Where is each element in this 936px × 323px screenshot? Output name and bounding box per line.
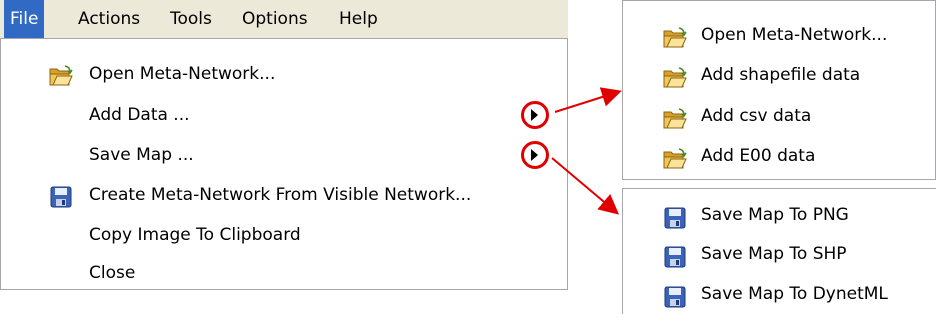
menu-item-label: Open Meta-Network... <box>89 64 276 84</box>
submenu-item-save-png[interactable]: Save Map To PNG <box>623 195 935 235</box>
folder-open-icon <box>663 24 687 48</box>
save-map-submenu-arrow[interactable] <box>517 137 555 175</box>
submenu-item-open-meta-network[interactable]: Open Meta-Network... <box>623 15 935 55</box>
submenu-item-label: Add csv data <box>701 106 812 126</box>
folder-open-icon <box>663 105 687 129</box>
submenu-item-add-csv[interactable]: Add csv data <box>623 96 935 136</box>
submenu-item-save-shp[interactable]: Save Map To SHP <box>623 234 935 274</box>
submenu-item-add-e00[interactable]: Add E00 data <box>623 136 935 176</box>
menu-help[interactable]: Help <box>333 0 384 38</box>
chevron-right-icon <box>531 149 538 161</box>
menu-item-add-data[interactable]: Add Data ... <box>1 96 567 134</box>
menu-item-save-map[interactable]: Save Map ... <box>1 136 567 174</box>
add-data-submenu-arrow[interactable] <box>517 97 555 135</box>
menu-item-close[interactable]: Close <box>1 254 567 292</box>
file-menu-dropdown: Open Meta-Network... Add Data ... Save M… <box>0 38 568 290</box>
add-data-submenu: Open Meta-Network... Add shapefile data … <box>622 0 936 180</box>
submenu-item-label: Add shapefile data <box>701 65 861 85</box>
menu-item-label: Add Data ... <box>89 105 190 125</box>
menu-item-open-meta-network[interactable]: Open Meta-Network... <box>1 55 567 93</box>
submenu-item-add-shapefile[interactable]: Add shapefile data <box>623 55 935 95</box>
submenu-item-label: Save Map To PNG <box>701 205 849 225</box>
menu-item-label: Copy Image To Clipboard <box>89 225 301 245</box>
submenu-item-label: Add E00 data <box>701 146 816 166</box>
folder-open-icon <box>663 64 687 88</box>
submenu-item-label: Save Map To SHP <box>701 244 847 264</box>
menu-item-label: Save Map ... <box>89 145 194 165</box>
menu-item-copy-image[interactable]: Copy Image To Clipboard <box>1 216 567 254</box>
floppy-disk-icon <box>663 243 687 268</box>
menu-actions[interactable]: Actions <box>72 0 146 38</box>
menu-item-label: Create Meta-Network From Visible Network… <box>89 185 472 205</box>
floppy-disk-icon <box>663 283 687 308</box>
submenu-item-label: Open Meta-Network... <box>701 25 888 45</box>
save-map-submenu: Save Map To PNG Save Map To SHP Save Map… <box>622 188 936 314</box>
submenu-item-save-dynetml[interactable]: Save Map To DynetML <box>623 274 935 314</box>
menu-options[interactable]: Options <box>236 0 314 38</box>
folder-open-icon <box>663 145 687 169</box>
menu-tools[interactable]: Tools <box>164 0 218 38</box>
floppy-disk-icon <box>49 184 73 208</box>
menu-item-label: Close <box>89 263 136 283</box>
menu-file[interactable]: File <box>4 0 45 38</box>
chevron-right-icon <box>531 109 538 121</box>
floppy-disk-icon <box>663 204 687 229</box>
folder-open-icon <box>49 63 73 86</box>
menu-item-create-meta-network[interactable]: Create Meta-Network From Visible Network… <box>1 176 567 214</box>
menu-bar: File Actions Tools Options Help <box>0 0 568 39</box>
submenu-item-label: Save Map To DynetML <box>701 284 888 304</box>
